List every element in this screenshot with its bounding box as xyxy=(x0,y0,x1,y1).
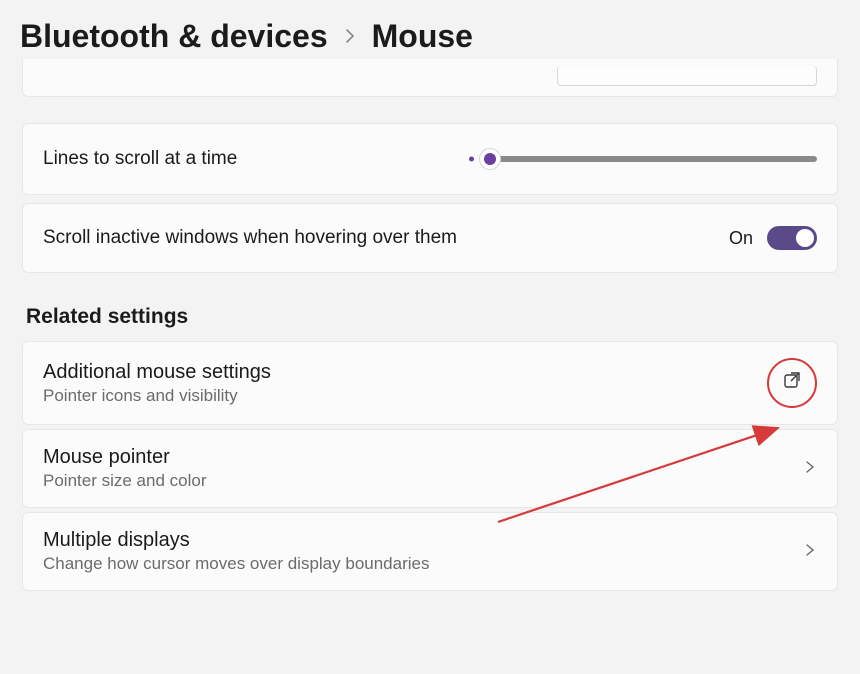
slider-min-dot xyxy=(469,157,474,162)
external-link-icon xyxy=(782,370,802,396)
annotation-circle xyxy=(767,358,817,408)
settings-panel: Roll the mouse wheel to scroll Lines to … xyxy=(0,59,860,591)
link-title: Multiple displays xyxy=(43,529,429,552)
link-additional-mouse-settings[interactable]: Additional mouse settings Pointer icons … xyxy=(22,341,838,425)
chevron-right-icon xyxy=(803,540,817,563)
link-title: Additional mouse settings xyxy=(43,361,271,384)
link-subtitle: Change how cursor moves over display bou… xyxy=(43,554,429,574)
breadcrumb-current: Mouse xyxy=(372,18,473,55)
scroll-inactive-label: Scroll inactive windows when hovering ov… xyxy=(43,227,457,249)
chevron-right-icon xyxy=(803,457,817,480)
chevron-right-icon xyxy=(342,24,358,50)
scroll-inactive-toggle-wrap: On xyxy=(729,226,817,250)
scroll-inactive-state: On xyxy=(729,228,753,249)
breadcrumb-parent[interactable]: Bluetooth & devices xyxy=(20,18,328,55)
link-subtitle: Pointer size and color xyxy=(43,471,206,491)
link-subtitle: Pointer icons and visibility xyxy=(43,386,271,406)
lines-to-scroll-label: Lines to scroll at a time xyxy=(43,148,237,170)
related-settings-heading: Related settings xyxy=(26,305,838,329)
setting-roll-wheel: Roll the mouse wheel to scroll xyxy=(22,59,838,97)
breadcrumb: Bluetooth & devices Mouse xyxy=(0,0,860,63)
lines-slider[interactable] xyxy=(487,156,817,162)
setting-lines-to-scroll: Lines to scroll at a time xyxy=(22,123,838,195)
slider-thumb[interactable] xyxy=(479,148,501,170)
lines-slider-wrap xyxy=(237,156,817,162)
link-mouse-pointer[interactable]: Mouse pointer Pointer size and color xyxy=(22,429,838,508)
setting-scroll-inactive: Scroll inactive windows when hovering ov… xyxy=(22,203,838,273)
toggle-knob xyxy=(796,229,814,247)
link-title: Mouse pointer xyxy=(43,446,206,469)
link-multiple-displays[interactable]: Multiple displays Change how cursor move… xyxy=(22,512,838,591)
scroll-inactive-toggle[interactable] xyxy=(767,226,817,250)
roll-wheel-dropdown[interactable] xyxy=(557,66,817,86)
